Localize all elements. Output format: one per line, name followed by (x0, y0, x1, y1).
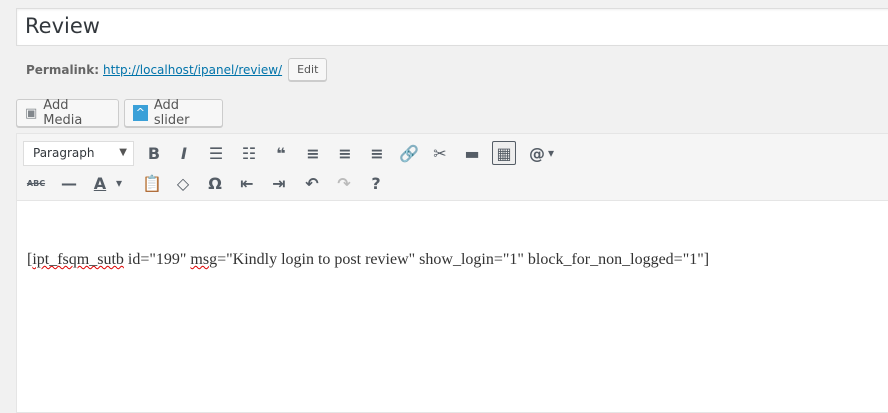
read-more-icon[interactable]: ▬ (460, 141, 484, 165)
add-media-button[interactable]: ▣ Add Media (16, 98, 119, 128)
indent-icon[interactable]: ⇥ (267, 171, 291, 195)
content-text: ="Kindly login to post review" show_logi… (217, 251, 710, 268)
special-character-icon[interactable]: Ω (203, 171, 227, 195)
add-slider-label: Add slider (153, 98, 190, 128)
bold-icon[interactable]: B (142, 141, 166, 165)
horizontal-line-icon[interactable]: — (57, 171, 81, 195)
add-slider-button[interactable]: ^ Add slider (124, 98, 223, 128)
content-text: id="199" (123, 251, 191, 268)
media-icon: ▣ (25, 105, 38, 121)
italic-icon[interactable]: I (172, 141, 196, 165)
editor-toolbar: Paragraph ▼ B I ☰ ☷ ❝ ≡ ≡ ≡ 🔗 ✂ ▬ ▦ @ ▾ ABC — A ▾ 📋 ◇ Ω ⇤ ⇥ ↶ ↷? (17, 134, 888, 201)
content-text-misspelled: ipt_fsqm_sutb (32, 251, 124, 268)
paste-text-icon[interactable]: 📋 (140, 171, 164, 195)
link-icon[interactable]: 🔗 (397, 141, 421, 165)
editor-content[interactable]: [ipt_fsqm_sutb id="199" msg="Kindly logi… (17, 201, 888, 319)
blockquote-icon[interactable]: ❝ (269, 141, 293, 165)
edit-permalink-button[interactable]: Edit (288, 58, 328, 81)
add-media-label: Add Media (43, 98, 83, 128)
editor: Paragraph ▼ B I ☰ ☷ ❝ ≡ ≡ ≡ 🔗 ✂ ▬ ▦ @ ▾ ABC — A ▾ 📋 ◇ Ω ⇤ ⇥ ↶ ↷? … (16, 133, 888, 413)
align-right-icon[interactable]: ≡ (365, 141, 389, 165)
align-left-icon[interactable]: ≡ (301, 141, 325, 165)
post-title-input[interactable]: Review (16, 8, 888, 46)
strikethrough-icon[interactable]: ABC (24, 171, 48, 195)
unlink-icon[interactable]: ✂ (428, 141, 452, 165)
permalink-link[interactable]: http://localhost/ipanel/review/ (103, 63, 282, 77)
help-icon[interactable]: ? (364, 171, 388, 195)
redo-icon[interactable]: ↷ (332, 171, 356, 195)
format-select[interactable]: Paragraph ▼ (23, 141, 134, 166)
undo-icon[interactable]: ↶ (300, 171, 324, 195)
align-center-icon[interactable]: ≡ (333, 141, 357, 165)
text-color-icon[interactable]: A (88, 171, 112, 195)
slider-icon: ^ (133, 105, 148, 121)
bullet-list-icon[interactable]: ☰ (204, 141, 228, 165)
permalink-row: Permalink: http://localhost/ipanel/revie… (26, 58, 328, 81)
permalink-label: Permalink: (26, 62, 100, 77)
clear-formatting-icon[interactable]: ◇ (171, 171, 195, 195)
format-select-value: Paragraph (33, 146, 95, 160)
toolbar-toggle-icon[interactable]: ▦ (492, 141, 516, 165)
outdent-icon[interactable]: ⇤ (235, 171, 259, 195)
dropdown-arrow-icon[interactable]: ▾ (545, 141, 557, 165)
content-text-misspelled: msg (190, 251, 218, 268)
chevron-down-icon: ▼ (119, 147, 127, 158)
numbered-list-icon[interactable]: ☷ (237, 141, 261, 165)
text-color-arrow-icon[interactable]: ▾ (113, 171, 125, 195)
